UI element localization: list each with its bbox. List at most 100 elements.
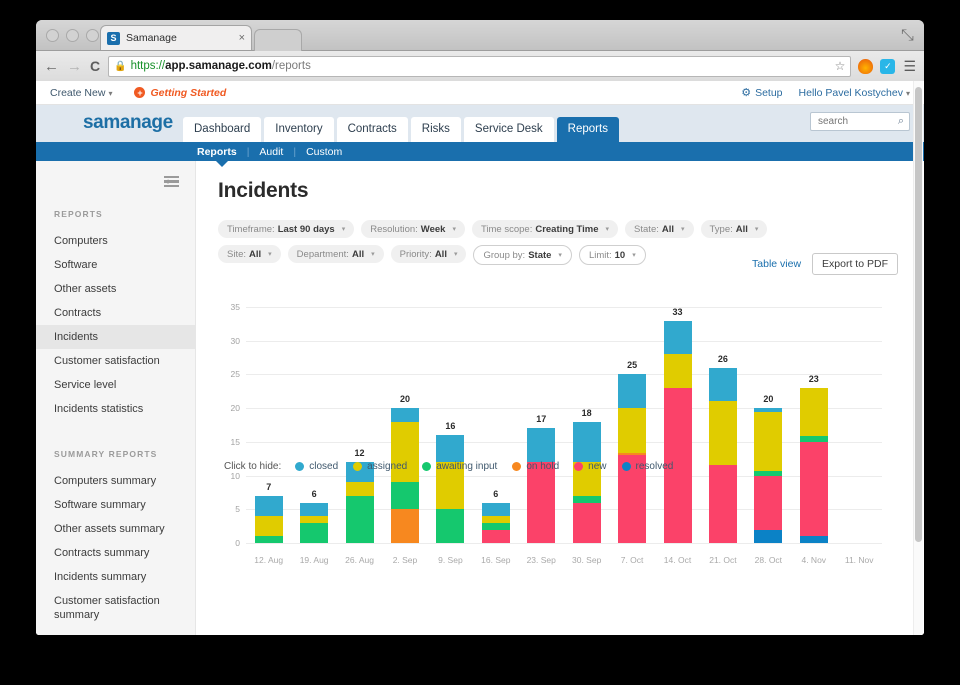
bar-segment-on-hold[interactable] <box>391 509 419 543</box>
page-scrollbar[interactable] <box>913 81 923 635</box>
bar-segment-closed[interactable] <box>709 368 737 402</box>
stacked-bar[interactable] <box>709 368 737 543</box>
bar-segment-new[interactable] <box>709 465 737 543</box>
bar-segment-closed[interactable] <box>255 496 283 516</box>
close-window-button[interactable] <box>46 29 59 42</box>
stacked-bar[interactable] <box>754 408 782 543</box>
legend-item-resolved[interactable]: resolved <box>622 461 674 472</box>
new-tab-button[interactable] <box>254 29 302 51</box>
address-bar[interactable]: 🔒 https://app.samanage.com/reports ☆ <box>108 56 851 77</box>
stacked-bar[interactable] <box>573 422 601 543</box>
sidebar-item-customer-satisfaction[interactable]: Customer satisfaction <box>36 349 195 373</box>
filter-department[interactable]: Department:All▾ <box>288 245 384 263</box>
bar-segment-closed[interactable] <box>573 422 601 462</box>
bar-segment-assigned[interactable] <box>754 412 782 471</box>
nav-item-risks[interactable]: Risks <box>411 117 461 142</box>
stacked-bar[interactable] <box>391 408 419 543</box>
bar-segment-assigned[interactable] <box>346 482 374 495</box>
bar-segment-awaiting-input[interactable] <box>391 482 419 509</box>
stacked-bar[interactable] <box>482 503 510 543</box>
stacked-bar[interactable] <box>664 321 692 544</box>
search-input[interactable] <box>816 115 895 128</box>
bar-segment-awaiting-input[interactable] <box>573 496 601 503</box>
reload-icon[interactable]: C <box>90 58 100 74</box>
minimize-window-button[interactable] <box>66 29 79 42</box>
sidebar-item-incidents-summary[interactable]: Incidents summary <box>36 565 195 589</box>
bar-segment-new[interactable] <box>754 476 782 530</box>
bar-segment-awaiting-input[interactable] <box>300 523 328 543</box>
flame-extension-icon[interactable] <box>858 59 873 74</box>
bar-segment-assigned[interactable] <box>300 516 328 523</box>
forward-icon[interactable]: → <box>67 59 81 74</box>
bar-segment-closed[interactable] <box>527 428 555 462</box>
scrollbar-thumb[interactable] <box>915 87 922 542</box>
stacked-bar[interactable] <box>300 503 328 543</box>
subnav-item-custom[interactable]: Custom <box>305 146 343 158</box>
sidebar-item-other-assets[interactable]: Other assets <box>36 277 195 301</box>
subnav-item-audit[interactable]: Audit <box>258 146 284 158</box>
legend-item-on-hold[interactable]: on hold <box>512 461 559 472</box>
legend-item-closed[interactable]: closed <box>295 461 338 472</box>
bar-segment-closed[interactable] <box>482 503 510 516</box>
filter-state[interactable]: State:All▾ <box>625 220 693 238</box>
nav-item-service-desk[interactable]: Service Desk <box>464 117 554 142</box>
filter-timeframe[interactable]: Timeframe:Last 90 days▾ <box>218 220 354 238</box>
filter-resolution[interactable]: Resolution:Week▾ <box>361 220 465 238</box>
sidebar-item-service-level[interactable]: Service level <box>36 373 195 397</box>
bar-segment-new[interactable] <box>527 462 555 543</box>
subnav-item-reports[interactable]: Reports <box>196 146 238 158</box>
browser-tab[interactable]: S Samanage × <box>100 25 252 50</box>
sidebar-item-incidents[interactable]: Incidents <box>36 325 195 349</box>
sidebar-item-incidents-statistics[interactable]: Incidents statistics <box>36 397 195 421</box>
stacked-bar[interactable] <box>527 428 555 543</box>
bar-segment-assigned[interactable] <box>618 408 646 453</box>
browser-menu-icon[interactable]: ☰ <box>903 59 916 73</box>
stacked-bar[interactable] <box>346 462 374 543</box>
sidebar-item-software[interactable]: Software <box>36 253 195 277</box>
fullscreen-icon[interactable]: ⤡ <box>901 27 914 40</box>
search-box[interactable]: ⌕ <box>810 112 910 131</box>
nav-item-dashboard[interactable]: Dashboard <box>183 117 261 142</box>
nav-item-inventory[interactable]: Inventory <box>264 117 333 142</box>
bar-segment-awaiting-input[interactable] <box>346 496 374 543</box>
bar-segment-new[interactable] <box>482 530 510 543</box>
filter-group-by[interactable]: Group by:State▾ <box>473 245 571 265</box>
stacked-bar[interactable] <box>436 435 464 543</box>
filter-priority[interactable]: Priority:All▾ <box>391 245 467 263</box>
create-new-button[interactable]: Create New▾ <box>50 87 112 99</box>
stacked-bar[interactable] <box>800 388 828 543</box>
sidebar-item-contracts[interactable]: Contracts <box>36 301 195 325</box>
bar-segment-new[interactable] <box>800 442 828 536</box>
back-icon[interactable]: ← <box>44 59 58 74</box>
bookmark-star-icon[interactable]: ☆ <box>835 59 846 73</box>
sidebar-item-computers[interactable]: Computers <box>36 229 195 253</box>
filter-type[interactable]: Type:All▾ <box>701 220 768 238</box>
sidebar-item-customer-satisfaction-summary[interactable]: Customer satisfaction summary <box>36 589 195 627</box>
bar-segment-closed[interactable] <box>618 374 646 408</box>
bar-segment-awaiting-input[interactable] <box>255 536 283 543</box>
bar-segment-new[interactable] <box>573 503 601 543</box>
user-menu[interactable]: Hello Pavel Kostychev▾ <box>799 87 910 99</box>
collapse-sidebar-icon[interactable]: ◂ <box>164 176 169 187</box>
sidebar-item-other-assets-summary[interactable]: Other assets summary <box>36 517 195 541</box>
stacked-bar[interactable] <box>255 496 283 543</box>
export-to-pdf-button[interactable]: Export to PDF <box>812 253 898 275</box>
nav-item-reports[interactable]: Reports <box>557 117 619 142</box>
close-tab-icon[interactable]: × <box>235 32 245 44</box>
bar-segment-resolved[interactable] <box>754 530 782 543</box>
table-view-link[interactable]: Table view <box>752 258 801 270</box>
samanage-logo[interactable]: samanage <box>83 112 173 134</box>
bar-segment-assigned[interactable] <box>255 516 283 536</box>
sidebar-item-software-summary[interactable]: Software summary <box>36 493 195 517</box>
getting-started-link[interactable]: + Getting Started <box>134 87 226 99</box>
stacked-bar[interactable] <box>618 374 646 543</box>
sidebar-item-contracts-summary[interactable]: Contracts summary <box>36 541 195 565</box>
check-extension-icon[interactable]: ✓ <box>880 59 895 74</box>
search-icon[interactable]: ⌕ <box>898 115 904 128</box>
filter-site[interactable]: Site:All▾ <box>218 245 281 263</box>
bar-segment-resolved[interactable] <box>800 536 828 543</box>
bar-segment-assigned[interactable] <box>664 354 692 388</box>
bar-segment-closed[interactable] <box>300 503 328 516</box>
legend-item-new[interactable]: new <box>574 461 606 472</box>
bar-segment-closed[interactable] <box>664 321 692 355</box>
